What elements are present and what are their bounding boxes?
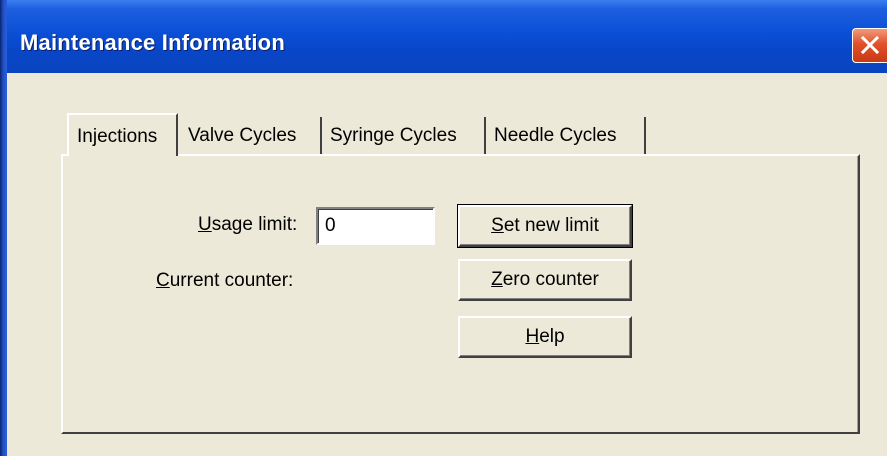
zero-counter-mnemonic: Z <box>491 269 503 290</box>
tab-label: Valve Cycles <box>188 125 297 146</box>
maintenance-dialog: Maintenance Information Injections Valve… <box>0 0 887 456</box>
zero-counter-button[interactable]: Zero counter <box>458 259 632 301</box>
panel-shadow <box>857 156 858 432</box>
window-left-frame <box>0 0 7 456</box>
help-text: elp <box>539 326 565 347</box>
set-new-limit-label: Set new limit <box>491 207 599 245</box>
help-button[interactable]: Help <box>458 316 632 358</box>
title-bar[interactable]: Maintenance Information <box>0 0 887 73</box>
current-counter-mnemonic: C <box>156 270 170 291</box>
usage-limit-label: Usage limit: <box>198 214 297 236</box>
set-new-limit-button[interactable]: Set new limit <box>457 204 633 248</box>
tab-label: Syringe Cycles <box>330 125 457 146</box>
tab-valve-cycles[interactable]: Valve Cycles <box>180 117 322 155</box>
current-counter-label-text: urrent counter: <box>169 270 294 291</box>
window-title: Maintenance Information <box>20 30 285 55</box>
current-counter-label: Current counter: <box>156 270 293 292</box>
tab-needle-cycles[interactable]: Needle Cycles <box>486 117 646 155</box>
zero-counter-text: ero counter <box>502 269 599 290</box>
close-icon <box>861 36 879 54</box>
tab-syringe-cycles[interactable]: Syringe Cycles <box>322 117 486 155</box>
help-mnemonic: H <box>525 326 540 347</box>
close-button[interactable] <box>852 28 887 63</box>
usage-limit-mnemonic: U <box>198 214 212 235</box>
zero-counter-label: Zero counter <box>491 261 599 299</box>
tab-label: Injections <box>77 126 158 147</box>
set-new-limit-text: et new limit <box>503 215 599 236</box>
tab-injections[interactable]: Injections <box>67 113 178 156</box>
tab-label: Needle Cycles <box>494 125 617 146</box>
usage-limit-label-text: sage limit: <box>211 214 298 235</box>
usage-limit-input[interactable]: 0 <box>316 207 435 245</box>
set-new-limit-mnemonic: S <box>491 215 504 236</box>
help-label: Help <box>525 318 564 356</box>
